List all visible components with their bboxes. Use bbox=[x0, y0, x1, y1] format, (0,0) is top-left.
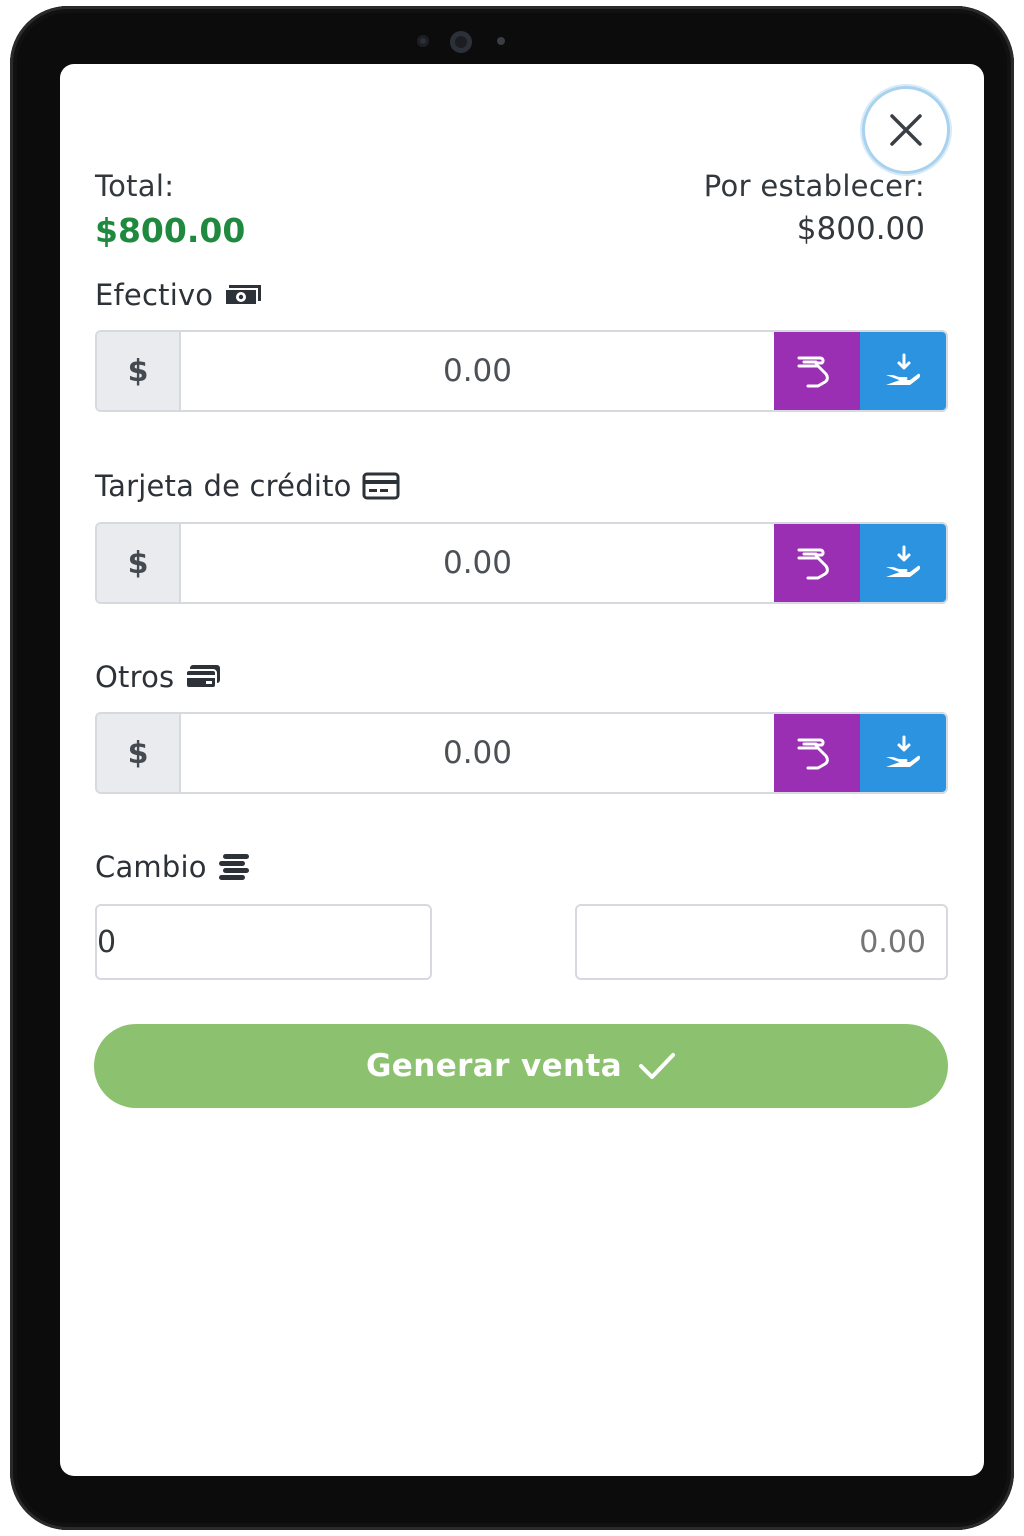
coins-icon bbox=[218, 854, 249, 880]
other-label: Otros bbox=[95, 660, 175, 694]
pending-block: Por establecer: $800.00 bbox=[704, 169, 925, 247]
card-receive-button[interactable] bbox=[860, 524, 946, 602]
change-section-label: Cambio bbox=[95, 850, 251, 884]
pending-label: Por establecer: bbox=[703, 169, 925, 203]
cash-receive-button[interactable] bbox=[860, 332, 946, 410]
cash-fill-button[interactable] bbox=[774, 332, 860, 410]
close-button[interactable] bbox=[862, 86, 950, 174]
currency-prefix: $ bbox=[97, 524, 181, 602]
other-receive-button[interactable] bbox=[860, 714, 946, 792]
card-fill-button[interactable] bbox=[774, 524, 860, 602]
change-count-input[interactable] bbox=[95, 904, 432, 980]
card-amount-input[interactable] bbox=[181, 524, 774, 602]
receive-hand-icon bbox=[886, 353, 921, 385]
credit-card-icon bbox=[362, 472, 400, 500]
pending-amount: $800.00 bbox=[796, 211, 925, 247]
currency-prefix: $ bbox=[97, 714, 181, 792]
currency-prefix: $ bbox=[97, 332, 181, 410]
cash-payment-row: $ bbox=[95, 330, 948, 412]
change-amount-input[interactable] bbox=[575, 904, 948, 980]
hand-card-icon bbox=[797, 548, 829, 580]
total-amount: $800.00 bbox=[95, 211, 246, 250]
cash-section-label: Efectivo bbox=[95, 278, 263, 312]
receive-hand-icon bbox=[886, 735, 921, 767]
generate-sale-label: Generar venta bbox=[365, 1048, 623, 1084]
front-camera bbox=[450, 31, 472, 53]
cash-amount-input[interactable] bbox=[181, 332, 774, 410]
hand-card-icon bbox=[797, 356, 829, 388]
cards-icon bbox=[185, 665, 221, 689]
tablet-frame: Total: $800.00 Por establecer: $800.00 E… bbox=[10, 6, 1014, 1530]
payment-modal: Total: $800.00 Por establecer: $800.00 E… bbox=[60, 64, 984, 1476]
other-fill-button[interactable] bbox=[774, 714, 860, 792]
total-block: Total: $800.00 bbox=[95, 169, 245, 250]
sensor-dot bbox=[417, 35, 429, 47]
card-label: Tarjeta de crédito bbox=[95, 469, 352, 503]
total-label: Total: bbox=[95, 169, 175, 203]
close-icon bbox=[890, 114, 922, 146]
camera-bar bbox=[10, 28, 1014, 53]
other-payment-row: $ bbox=[95, 712, 948, 794]
check-icon bbox=[639, 1053, 676, 1079]
receive-hand-icon bbox=[886, 545, 921, 577]
card-payment-row: $ bbox=[95, 522, 948, 604]
card-section-label: Tarjeta de crédito bbox=[95, 469, 400, 503]
other-amount-input[interactable] bbox=[181, 714, 774, 792]
other-section-label: Otros bbox=[95, 660, 222, 694]
banknote-icon bbox=[224, 285, 262, 306]
hand-card-icon bbox=[797, 738, 829, 770]
indicator-dot bbox=[497, 37, 505, 45]
generate-sale-button[interactable]: Generar venta bbox=[94, 1024, 948, 1108]
totals-summary: Total: $800.00 Por establecer: $800.00 bbox=[95, 169, 925, 250]
cash-label: Efectivo bbox=[95, 278, 214, 312]
change-label: Cambio bbox=[95, 850, 207, 884]
